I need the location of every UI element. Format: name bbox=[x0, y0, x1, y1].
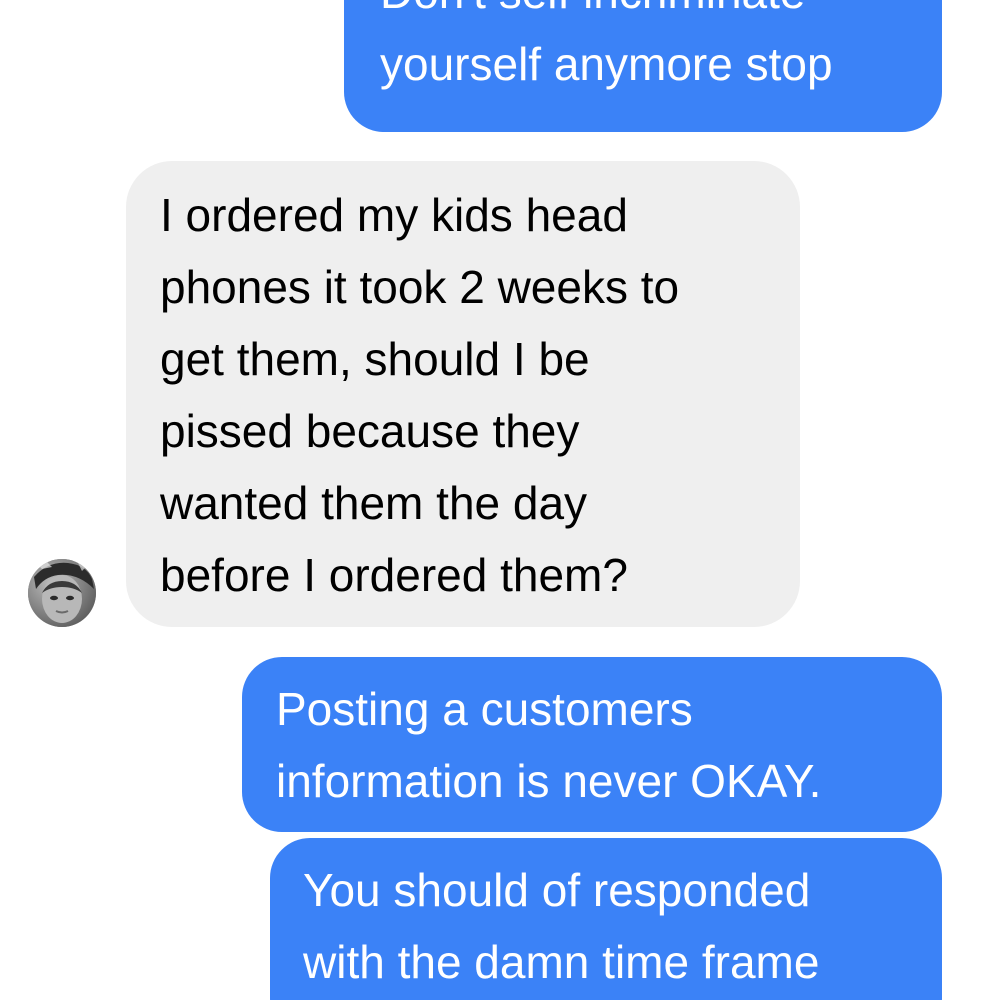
message-text-line: pissed because they bbox=[160, 405, 580, 457]
message-text-line: get them, should I be bbox=[160, 333, 590, 385]
message-text-line: Posting a customers bbox=[276, 683, 693, 735]
message-text-line: Don't self incriminate bbox=[380, 0, 942, 28]
outgoing-message-bubble[interactable]: You should of responded with the damn ti… bbox=[270, 838, 942, 1000]
user-avatar-icon bbox=[28, 559, 96, 627]
message-text-line: yourself anymore stop bbox=[380, 38, 833, 90]
message-text-line: You should of responded bbox=[303, 864, 811, 916]
outgoing-message-bubble[interactable]: Posting a customers information is never… bbox=[242, 657, 942, 832]
incoming-message-bubble[interactable]: I ordered my kids head phones it took 2 … bbox=[126, 161, 800, 627]
message-thread: Don't self incriminate yourself anymore … bbox=[0, 0, 1000, 1000]
message-text-line: wanted them the day bbox=[160, 477, 588, 529]
outgoing-message-bubble[interactable]: Don't self incriminate yourself anymore … bbox=[344, 0, 942, 132]
message-text-line: information is never OKAY. bbox=[276, 755, 822, 807]
message-text-line: I ordered my kids head bbox=[160, 189, 628, 241]
sender-avatar[interactable] bbox=[28, 559, 96, 627]
message-text-line: phones it took 2 weeks to bbox=[160, 261, 680, 313]
message-text-line: before I ordered them? bbox=[160, 549, 628, 601]
message-text-line: with the damn time frame bbox=[303, 936, 820, 988]
